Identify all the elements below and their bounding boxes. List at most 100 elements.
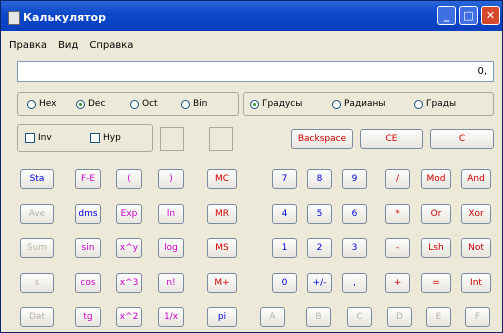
cos-button[interactable]: cos: [75, 273, 101, 293]
hex-a-button[interactable]: A: [260, 307, 285, 327]
ave-button[interactable]: Ave: [20, 204, 54, 224]
digit-9-button[interactable]: 9: [342, 169, 367, 189]
calculator-window: Калькулятор _ □ ✕ Правка Вид Справка 0, …: [0, 0, 503, 333]
hex-b-button[interactable]: B: [306, 307, 331, 327]
dms-button[interactable]: dms: [75, 204, 101, 224]
radio-oct-indicator: [130, 99, 139, 109]
fe-button[interactable]: F-E: [75, 169, 101, 189]
x-pow-y-button[interactable]: x^y: [116, 238, 142, 258]
tg-button[interactable]: tg: [75, 307, 101, 327]
equals-button[interactable]: =: [421, 273, 451, 293]
hex-d-button[interactable]: D: [387, 307, 412, 327]
radio-degrees-label: Градусы: [262, 99, 303, 109]
radio-radians-indicator: [332, 99, 341, 109]
int-button[interactable]: Int: [461, 273, 491, 293]
close-paren-button[interactable]: ): [158, 169, 184, 189]
radio-dec-indicator: [76, 99, 85, 109]
memory-add-button[interactable]: M+: [207, 273, 237, 293]
sum-button[interactable]: Sum: [20, 238, 54, 258]
hex-c-button[interactable]: C: [347, 307, 372, 327]
open-paren-button[interactable]: (: [116, 169, 142, 189]
radio-oct[interactable]: Oct: [130, 99, 158, 109]
radio-dec[interactable]: Dec: [76, 99, 105, 109]
radio-bin-label: Bin: [193, 99, 208, 109]
checkbox-inv[interactable]: Inv: [25, 133, 52, 143]
digit-7-button[interactable]: 7: [272, 169, 297, 189]
lsh-button[interactable]: Lsh: [421, 238, 451, 258]
radio-hex-indicator: [27, 99, 36, 109]
radio-grads-indicator: [414, 99, 423, 109]
hex-e-button[interactable]: E: [426, 307, 451, 327]
radio-bin[interactable]: Bin: [181, 99, 207, 109]
clear-entry-button[interactable]: CE: [360, 129, 423, 149]
xor-button[interactable]: Xor: [461, 204, 491, 224]
backspace-button[interactable]: Backspace: [291, 129, 353, 149]
or-button[interactable]: Or: [421, 204, 451, 224]
clear-button[interactable]: C: [430, 129, 494, 149]
radio-grads[interactable]: Грады: [414, 99, 456, 109]
and-button[interactable]: And: [461, 169, 491, 189]
sign-toggle-button[interactable]: +/-: [307, 273, 332, 293]
divide-button[interactable]: /: [385, 169, 410, 189]
memory-store-button[interactable]: MS: [207, 238, 237, 258]
maximize-button[interactable]: □: [459, 6, 478, 25]
digit-8-button[interactable]: 8: [307, 169, 332, 189]
log-button[interactable]: log: [158, 238, 184, 258]
angle-unit-group: Градусы Радианы Грады: [243, 92, 494, 116]
x-cubed-button[interactable]: x^3: [116, 273, 142, 293]
sin-button[interactable]: sin: [75, 238, 101, 258]
ln-button[interactable]: ln: [158, 204, 184, 224]
add-button[interactable]: +: [385, 273, 410, 293]
radio-radians-label: Радианы: [344, 99, 386, 109]
radio-degrees-indicator: [250, 99, 259, 109]
minimize-button[interactable]: _: [437, 6, 456, 25]
x-squared-button[interactable]: x^2: [116, 307, 142, 327]
digit-6-button[interactable]: 6: [342, 204, 367, 224]
menu-view[interactable]: Вид: [58, 40, 78, 51]
number-base-group: Hex Dec Oct Bin: [17, 92, 239, 116]
pi-button[interactable]: pi: [207, 307, 237, 327]
multiply-button[interactable]: *: [385, 204, 410, 224]
memory-recall-button[interactable]: MR: [207, 204, 237, 224]
digit-0-button[interactable]: 0: [272, 273, 297, 293]
modifier-group: Inv Hyp: [17, 124, 153, 152]
hex-f-button[interactable]: F: [465, 307, 490, 327]
checkbox-inv-box: [25, 133, 35, 143]
s-button[interactable]: s: [20, 273, 54, 293]
reciprocal-button[interactable]: 1/x: [158, 307, 184, 327]
exp-button[interactable]: Exp: [116, 204, 142, 224]
radio-oct-label: Oct: [142, 99, 158, 109]
memory-indicator: [209, 127, 233, 151]
radio-bin-indicator: [181, 99, 190, 109]
parenthesis-indicator: [160, 127, 184, 151]
sta-button[interactable]: Sta: [20, 169, 54, 189]
dat-button[interactable]: Dat: [20, 307, 54, 327]
factorial-button[interactable]: n!: [158, 273, 184, 293]
checkbox-hyp-box: [90, 133, 100, 143]
decimal-button[interactable]: ,: [342, 273, 367, 293]
radio-hex-label: Hex: [39, 99, 57, 109]
menu-help[interactable]: Справка: [89, 40, 133, 51]
calculator-app-icon: [8, 11, 20, 25]
radio-grads-label: Грады: [426, 99, 457, 109]
radio-radians[interactable]: Радианы: [332, 99, 386, 109]
close-button[interactable]: ✕: [481, 6, 500, 25]
checkbox-inv-label: Inv: [38, 133, 52, 143]
menu-bar: Правка Вид Справка: [9, 40, 133, 51]
digit-3-button[interactable]: 3: [342, 238, 367, 258]
radio-dec-label: Dec: [88, 99, 106, 109]
radio-degrees[interactable]: Градусы: [250, 99, 302, 109]
not-button[interactable]: Not: [461, 238, 491, 258]
digit-1-button[interactable]: 1: [272, 238, 297, 258]
digit-2-button[interactable]: 2: [307, 238, 332, 258]
title-bar[interactable]: Калькулятор _ □ ✕: [1, 1, 502, 31]
digit-4-button[interactable]: 4: [272, 204, 297, 224]
subtract-button[interactable]: -: [385, 238, 410, 258]
menu-edit[interactable]: Правка: [9, 40, 47, 51]
checkbox-hyp-label: Hyp: [103, 133, 121, 143]
radio-hex[interactable]: Hex: [27, 99, 56, 109]
checkbox-hyp[interactable]: Hyp: [90, 133, 121, 143]
mod-button[interactable]: Mod: [421, 169, 451, 189]
digit-5-button[interactable]: 5: [307, 204, 332, 224]
memory-clear-button[interactable]: MC: [207, 169, 237, 189]
